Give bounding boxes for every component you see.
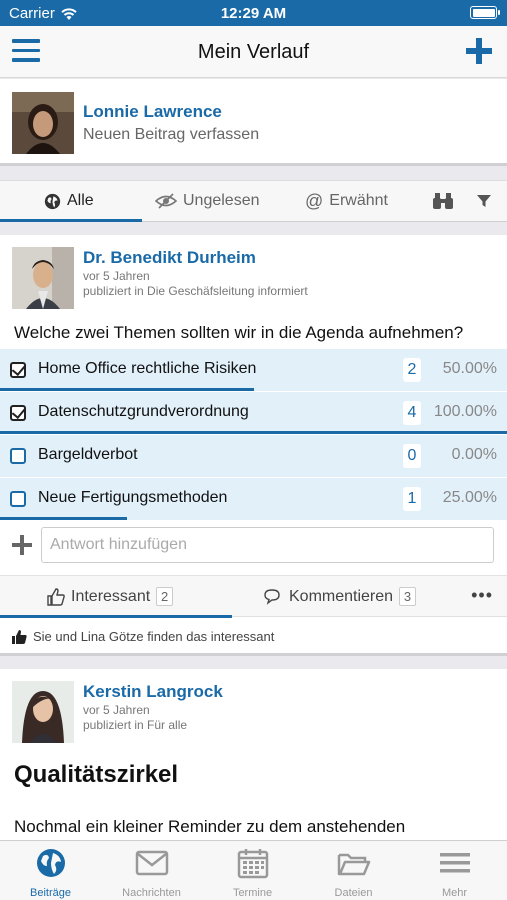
post-author[interactable]: Dr. Benedikt Durheim [83, 248, 256, 268]
poll-option-label: Home Office rechtliche Risiken [38, 360, 257, 377]
comment-button[interactable]: Kommentieren 3 [263, 587, 417, 606]
binoculars-icon [433, 193, 453, 209]
likers-summary[interactable]: Sie und Lina Götze finden das interessan… [12, 629, 274, 644]
post-card: Dr. Benedikt Durheim vor 5 Jahren publiz… [0, 235, 507, 656]
poll-option-label: Neue Fertigungsmethoden [38, 489, 228, 506]
poll-vote-count: 1 [403, 487, 421, 511]
tab-beitraege[interactable]: Beiträge [0, 841, 101, 900]
tab-alle[interactable]: Alle [44, 181, 94, 221]
bottom-tab-bar: Beiträge Nachrichten Termine Dateien Meh… [0, 840, 507, 900]
thumbs-up-outline-icon [47, 587, 65, 606]
post-actions: Interessant 2 Kommentieren 3 ••• [0, 575, 507, 618]
like-active-indicator [0, 615, 232, 618]
avatar[interactable] [12, 681, 74, 743]
poll-result-bar [0, 431, 507, 434]
poll-vote-count: 4 [403, 401, 421, 425]
checkbox-checked-icon[interactable] [10, 362, 26, 378]
poll-percent: 100.00% [433, 403, 497, 420]
funnel-icon [477, 195, 491, 207]
search-button[interactable] [432, 181, 454, 221]
more-options-button[interactable]: ••• [471, 585, 493, 606]
tab-termine[interactable]: Termine [202, 841, 303, 900]
tab-mehr[interactable]: Mehr [404, 841, 505, 900]
composer-user-name[interactable]: Lonnie Lawrence [83, 102, 222, 122]
poll-option[interactable]: Home Office rechtliche Risiken 2 50.00% [0, 349, 507, 391]
tab-label: Termine [232, 887, 273, 899]
poll-percent: 25.00% [442, 489, 497, 506]
avatar [12, 92, 74, 154]
poll-percent: 50.00% [442, 360, 497, 377]
nav-bar: Mein Verlauf [0, 26, 507, 78]
checkbox-empty-icon[interactable] [10, 491, 26, 507]
comment-count: 3 [399, 587, 417, 606]
likers-text: Sie und Lina Götze finden das interessan… [33, 629, 275, 644]
new-post-prompt[interactable]: Neuen Beitrag verfassen [83, 126, 259, 144]
at-icon: @ [305, 190, 324, 211]
add-answer-input[interactable] [41, 527, 494, 563]
post-body: Nochmal ein kleiner Reminder zu dem anst… [14, 817, 406, 836]
tab-label: Alle [67, 192, 94, 209]
tab-ungelesen[interactable]: Ungelesen [155, 181, 260, 221]
poll-option-label: Bargeldverbot [38, 446, 138, 463]
poll-question: Welche zwei Themen sollten wir in die Ag… [14, 323, 464, 342]
like-count: 2 [156, 587, 174, 606]
poll-percent: 0.00% [451, 446, 497, 463]
globe-icon [44, 193, 61, 209]
poll-option[interactable]: Neue Fertigungsmethoden 1 25.00% [0, 478, 507, 520]
poll-option[interactable]: Bargeldverbot 0 0.00% [0, 435, 507, 477]
status-bar: Carrier 12:29 AM [0, 0, 507, 26]
checkbox-checked-icon[interactable] [10, 405, 26, 421]
comments-icon [264, 589, 280, 605]
post-channel[interactable]: publiziert in Für alle [83, 718, 187, 732]
post-author[interactable]: Kerstin Langrock [83, 682, 223, 702]
avatar[interactable] [12, 247, 74, 309]
poll-result-bar [0, 517, 127, 520]
post-composer[interactable]: Lonnie Lawrence Neuen Beitrag verfassen [0, 79, 507, 166]
folder-open-icon [337, 853, 371, 876]
poll-vote-count: 0 [403, 444, 421, 468]
envelope-icon [135, 850, 169, 876]
post-title: Qualitätszirkel [14, 761, 179, 788]
like-label: Interessant [71, 587, 151, 605]
tab-label: Nachrichten [122, 887, 181, 899]
calendar-icon [237, 849, 269, 879]
post-time: vor 5 Jahren [83, 269, 150, 283]
poll-option[interactable]: Datenschutzgrundverordnung 4 100.00% [0, 392, 507, 434]
like-button[interactable]: Interessant 2 [47, 587, 174, 606]
post-card: Kerstin Langrock vor 5 Jahren publiziert… [0, 669, 507, 841]
poll-vote-count: 2 [403, 358, 421, 382]
clock: 12:29 AM [220, 5, 287, 22]
tab-label: Beiträge [30, 887, 71, 899]
tab-dateien[interactable]: Dateien [303, 841, 404, 900]
comment-label: Kommentieren [289, 587, 394, 605]
tab-label: Erwähnt [329, 192, 388, 209]
tab-erwaehnt[interactable]: @ Erwähnt [305, 181, 388, 221]
page-title: Mein Verlauf [197, 41, 310, 63]
tab-nachrichten[interactable]: Nachrichten [101, 841, 202, 900]
checkbox-empty-icon[interactable] [10, 448, 26, 464]
hamburger-icon [440, 853, 470, 873]
eye-slash-icon [155, 193, 177, 209]
thumbs-up-icon [12, 629, 27, 644]
post-channel[interactable]: publiziert in Die Geschäfsleitung inform… [83, 284, 308, 298]
filter-tabs: Alle Ungelesen @ Erwähnt [0, 180, 507, 222]
tab-label: Ungelesen [183, 192, 260, 209]
poll-option-label: Datenschutzgrundverordnung [38, 403, 249, 420]
plus-icon[interactable] [12, 535, 32, 555]
active-tab-indicator [0, 219, 142, 222]
add-answer-row [0, 525, 507, 567]
battery-icon [470, 6, 500, 19]
tab-label: Mehr [441, 887, 468, 899]
add-post-button[interactable] [466, 38, 492, 64]
post-time: vor 5 Jahren [83, 703, 150, 717]
tab-label: Dateien [334, 887, 373, 899]
globe-icon [37, 849, 65, 877]
poll-result-bar [0, 388, 254, 391]
filter-button[interactable] [476, 181, 492, 221]
